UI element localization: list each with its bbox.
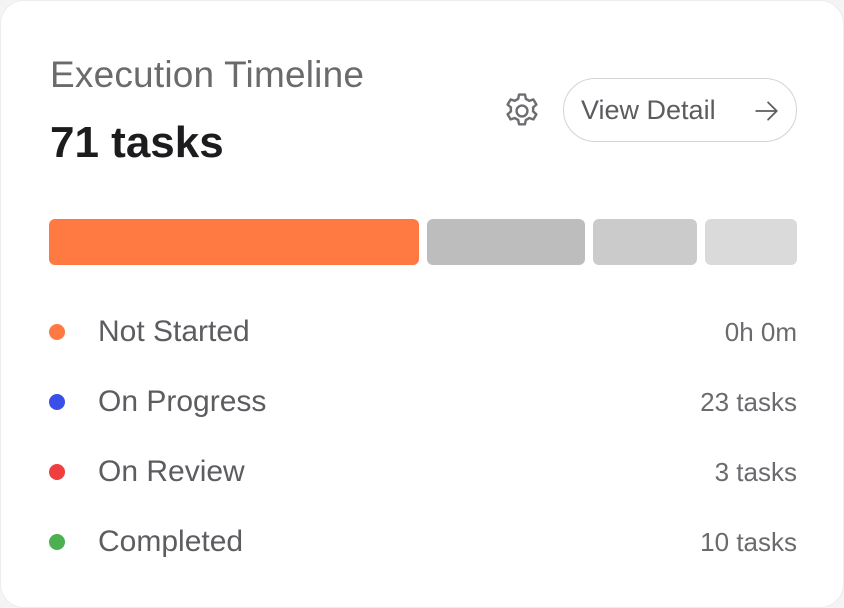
status-dot xyxy=(49,324,65,340)
legend-value: 10 tasks xyxy=(700,527,797,557)
total-task-count: 71 tasks xyxy=(50,118,224,167)
status-progress-bar xyxy=(49,219,797,265)
settings-button[interactable] xyxy=(498,87,546,135)
legend-value: 0h 0m xyxy=(724,317,797,347)
gear-icon xyxy=(506,93,538,126)
bar-segment-on-review xyxy=(593,219,697,265)
legend-label: Completed xyxy=(98,525,244,558)
card-title: Execution Timeline xyxy=(50,54,365,95)
legend-item-completed: Completed 10 tasks xyxy=(49,520,797,564)
legend-item-not-started: Not Started 0h 0m xyxy=(49,310,797,354)
legend-item-on-progress: On Progress 23 tasks xyxy=(49,380,797,424)
bar-segment-on-progress xyxy=(427,219,585,265)
view-detail-label: View Detail xyxy=(581,94,716,125)
bar-segment-not-started xyxy=(49,219,419,265)
legend-label: Not Started xyxy=(98,315,250,348)
status-dot xyxy=(49,534,65,550)
legend-item-on-review: On Review 3 tasks xyxy=(49,450,797,494)
legend-value: 23 tasks xyxy=(700,387,797,417)
arrow-right-icon xyxy=(755,101,778,121)
legend-value: 3 tasks xyxy=(714,457,797,487)
legend-label: On Progress xyxy=(98,385,267,418)
view-detail-button[interactable]: View Detail xyxy=(563,78,797,142)
bar-segment-completed xyxy=(705,219,797,265)
status-dot xyxy=(49,464,65,480)
execution-timeline-card: Execution Timeline 71 tasks View Detail … xyxy=(0,0,844,608)
status-dot xyxy=(49,394,65,410)
legend-label: On Review xyxy=(98,455,245,488)
